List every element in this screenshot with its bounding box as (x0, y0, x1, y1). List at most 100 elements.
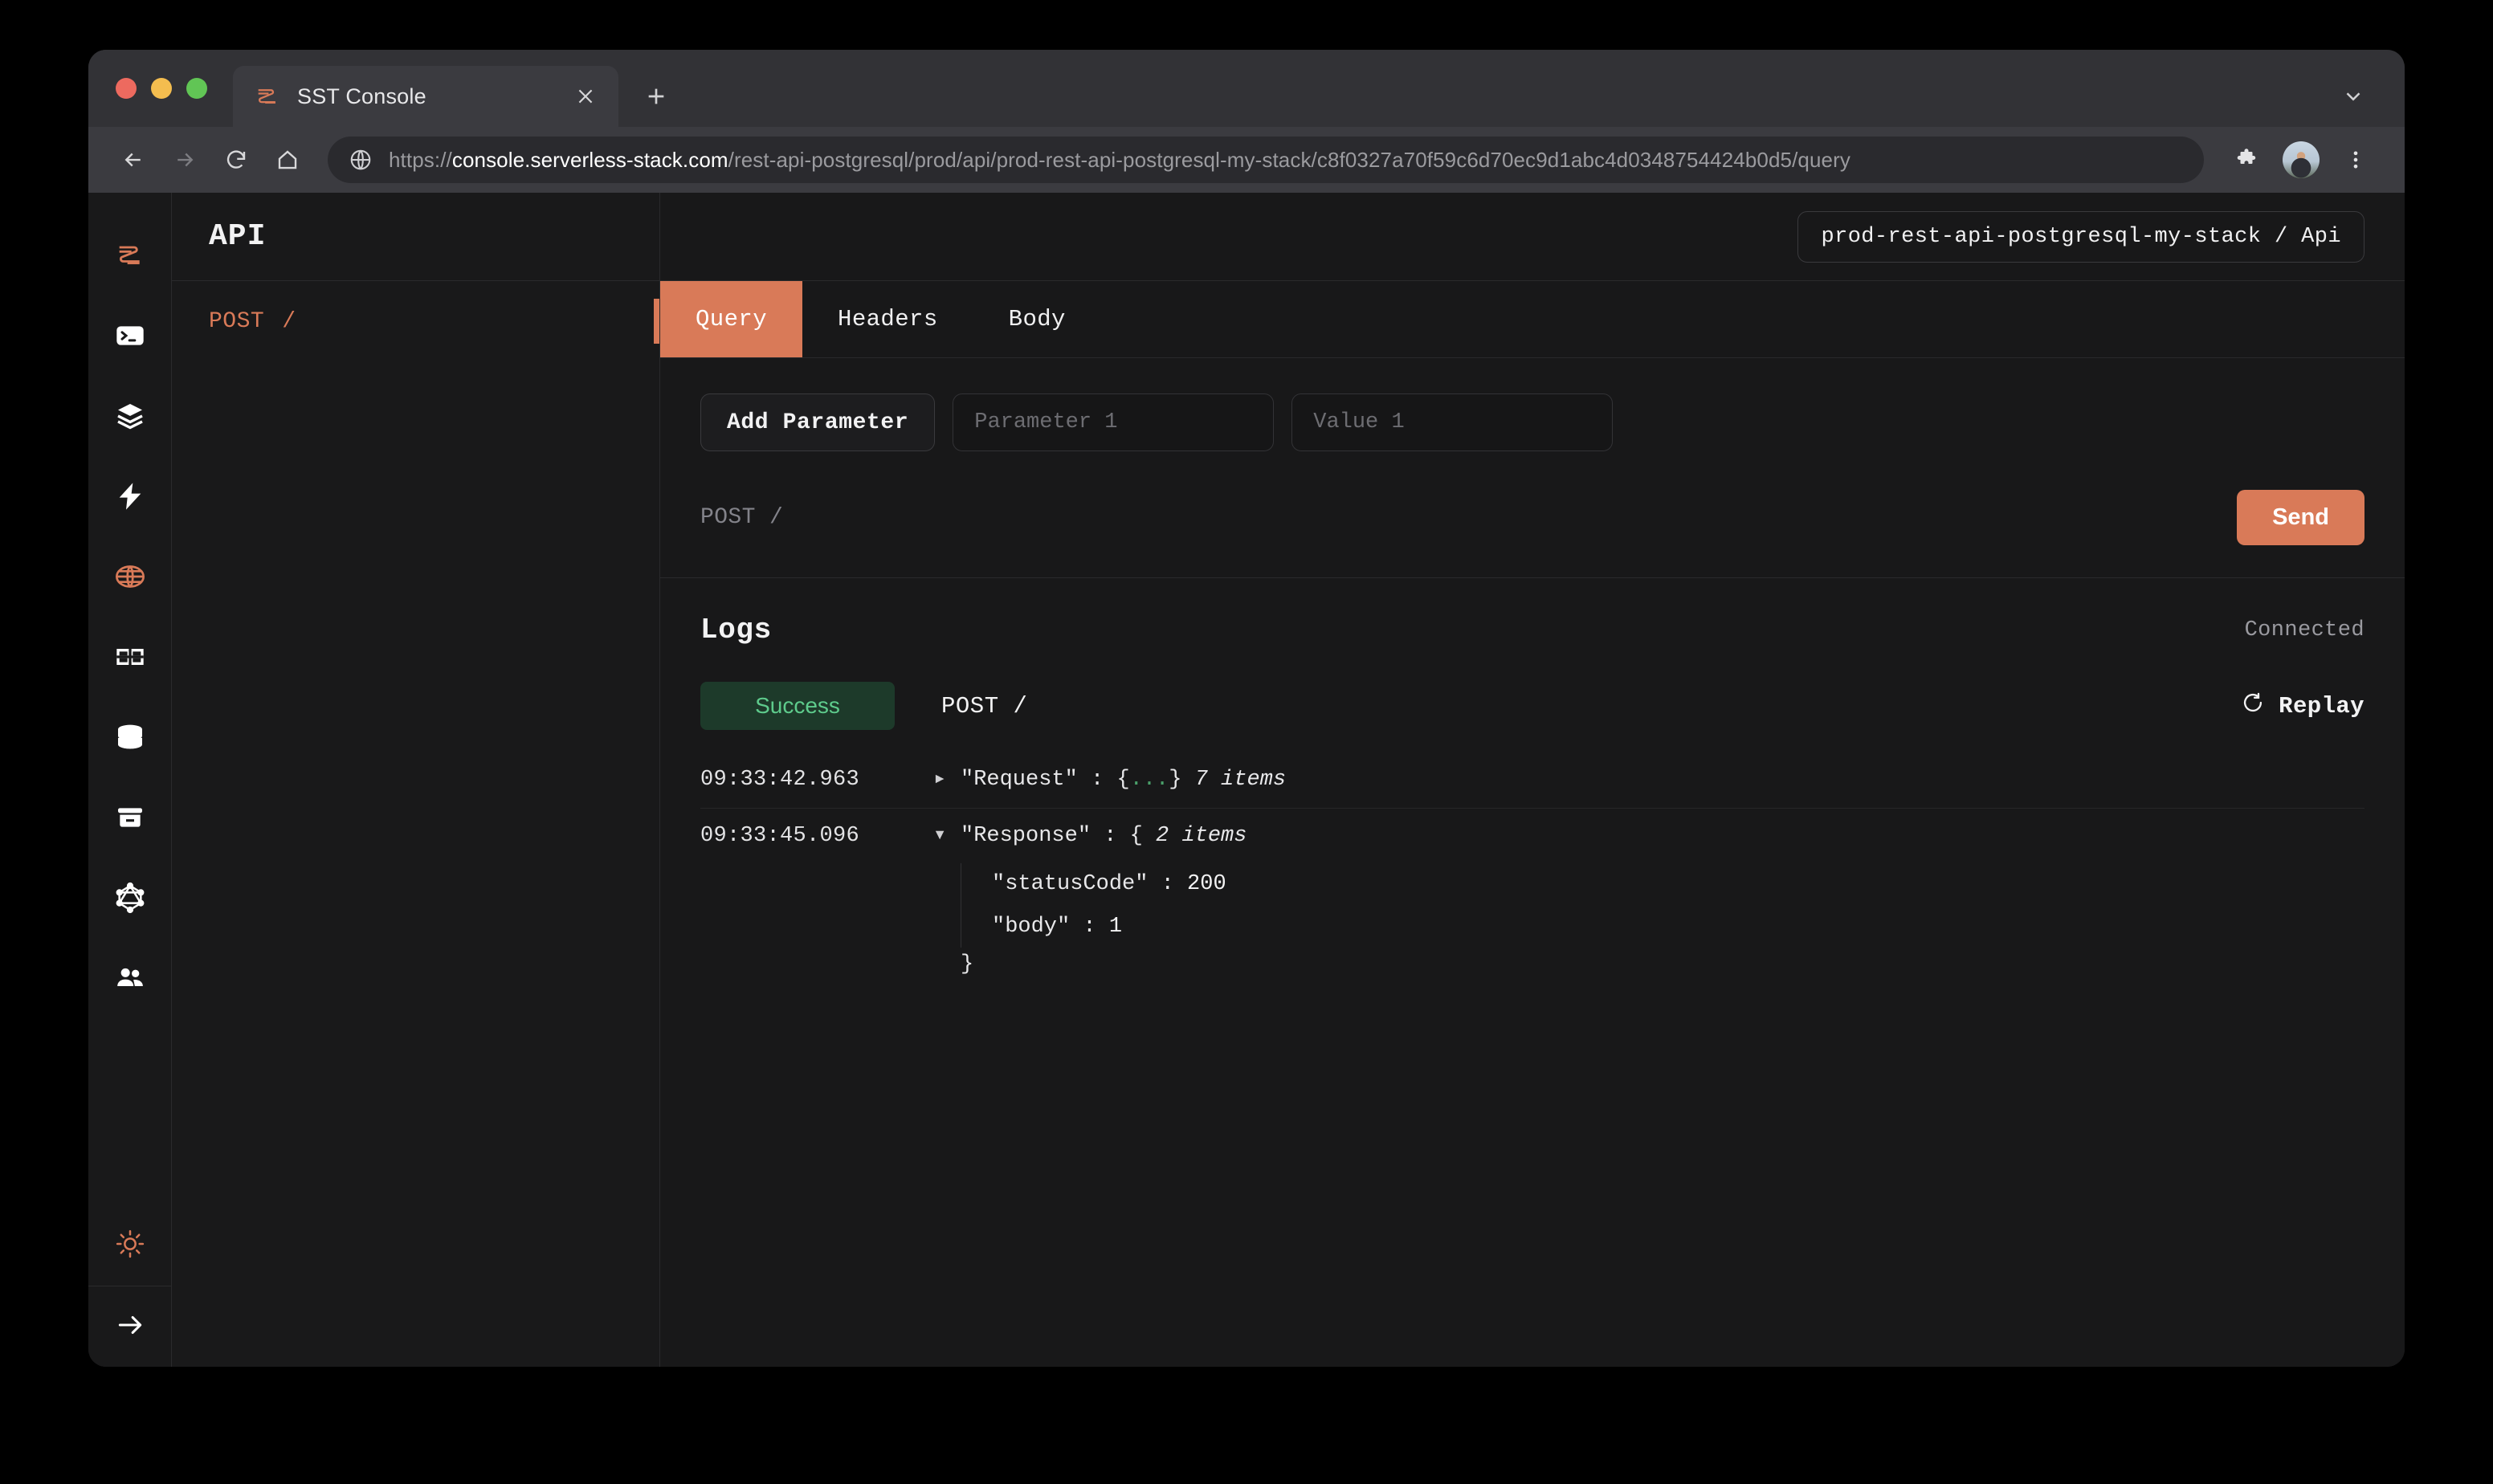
expand-triangle-icon[interactable]: ▸ (933, 764, 961, 797)
sidebar-item-cognito[interactable] (88, 940, 172, 1020)
layers-icon (114, 400, 146, 436)
json-key: "Request" (961, 768, 1078, 792)
sidebar-item-stacks[interactable] (88, 377, 172, 458)
main-content: prod-rest-api-postgresql-my-stack / Api … (660, 193, 2405, 1367)
breadcrumb[interactable]: prod-rest-api-postgresql-my-stack / Api (1797, 210, 2364, 263)
refresh-icon (2242, 691, 2264, 721)
json-open-brace: { (1129, 823, 1143, 848)
main-header: prod-rest-api-postgresql-my-stack / Api (660, 193, 2405, 281)
log-line-response[interactable]: 09:33:45.096 ▾ "Response" : { 2 items (700, 807, 2364, 864)
sidebar-item-graphql[interactable] (88, 859, 172, 940)
page-title: API (209, 219, 267, 254)
expand-sidebar-button[interactable] (88, 1286, 172, 1367)
browser-tabstrip: SST Console (88, 50, 2405, 127)
chevron-down-icon[interactable] (2337, 80, 2369, 112)
send-button[interactable]: Send (2237, 490, 2364, 545)
json-separator: : (1070, 914, 1109, 939)
tab-query[interactable]: Query (660, 281, 803, 357)
log-line-request[interactable]: 09:33:42.963 ▸ "Request" : {...} 7 items (700, 752, 2364, 808)
arrow-right-icon (115, 1310, 145, 1344)
log-json-request: ▸ "Request" : {...} 7 items (933, 764, 2364, 797)
json-value: 200 (1187, 872, 1226, 896)
sidebar-item-buckets[interactable] (88, 779, 172, 859)
reload-icon[interactable] (214, 137, 259, 182)
address-bar[interactable]: https://console.serverless-stack.com/res… (328, 137, 2204, 183)
browser-tab-title: SST Console (297, 84, 426, 108)
sst-logo-icon (114, 239, 146, 275)
log-timestamp: 09:33:42.963 (700, 768, 860, 792)
minimize-window-button[interactable] (151, 78, 172, 99)
json-ellipsis: ... (1129, 768, 1169, 792)
sst-console-app: API POST / prod-rest-api-postgresql-my-s… (88, 193, 2405, 1367)
json-nested-fields: "statusCode" : 200 "body" : 1 (961, 863, 2364, 948)
json-key: "statusCode" (992, 872, 1149, 896)
back-icon[interactable] (111, 137, 156, 182)
tab-body[interactable]: Body (973, 281, 1101, 357)
json-close-brace: } (961, 952, 974, 977)
url-path: /rest-api-postgresql/prod/api/prod-rest-… (728, 147, 1850, 172)
plus-icon[interactable] (633, 73, 679, 120)
routes-panel: API POST / (172, 193, 660, 1367)
json-close-brace: } (1169, 768, 1182, 792)
status-badge: Success (700, 682, 895, 730)
parameter-value-input[interactable] (1291, 393, 1614, 451)
browser-toolbar: https://console.serverless-stack.com/res… (88, 127, 2405, 193)
close-window-button[interactable] (116, 78, 137, 99)
users-icon (114, 962, 146, 998)
puzzle-icon[interactable] (2225, 138, 2268, 181)
logs-header: Logs Connected (700, 614, 2364, 646)
route-method: POST (209, 308, 265, 334)
tab-headers[interactable]: Headers (802, 281, 973, 357)
browser-window: SST Console https://console.serverless-s… (88, 50, 2405, 1367)
sidebar-item-rds[interactable] (88, 699, 172, 779)
json-separator: : (1077, 768, 1117, 792)
url-scheme: https:// (389, 147, 452, 172)
json-field-statusCode: "statusCode" : 200 (992, 863, 2364, 906)
url-host: console.serverless-stack.com (451, 147, 728, 172)
toolbar-actions (2225, 138, 2377, 181)
rail-footer-divider (88, 1286, 172, 1367)
sidebar-item-dynamodb[interactable] (88, 618, 172, 699)
avatar[interactable] (2283, 141, 2320, 178)
browser-tab[interactable]: SST Console (233, 66, 618, 127)
json-separator: : (1148, 872, 1188, 896)
sidebar-item-sst-logo[interactable] (88, 217, 172, 297)
sun-icon (115, 1229, 145, 1263)
sidebar-item-local[interactable] (88, 297, 172, 377)
route-path: / (282, 308, 296, 334)
home-icon[interactable] (265, 137, 310, 182)
log-method-path: POST / (941, 692, 1028, 720)
icon-rail (88, 193, 172, 1367)
terminal-icon (114, 320, 146, 356)
json-open-brace: { (1116, 768, 1130, 792)
request-tabs: Query Headers Body (660, 281, 2405, 358)
sidebar-item-functions[interactable] (88, 458, 172, 538)
parameter-name-input[interactable] (953, 393, 1275, 451)
graphql-icon (114, 882, 146, 918)
route-item-post-root[interactable]: POST / (172, 281, 659, 361)
lightning-icon (114, 480, 146, 516)
json-key: "Response" (961, 823, 1091, 848)
tab-headers-label: Headers (838, 306, 938, 332)
json-key: "body" (992, 914, 1071, 939)
collapse-triangle-icon[interactable]: ▾ (933, 820, 961, 853)
close-icon[interactable] (572, 83, 599, 110)
forward-icon[interactable] (162, 137, 207, 182)
log-entry: Success POST / Replay 09:33:42.963 ▸ "Re… (700, 682, 2364, 976)
more-vertical-icon[interactable] (2334, 138, 2377, 181)
json-field-body: "body" : 1 (992, 906, 2364, 948)
maximize-window-button[interactable] (186, 78, 207, 99)
replay-button[interactable]: Replay (2242, 691, 2364, 721)
theme-toggle-button[interactable] (88, 1205, 172, 1286)
sidebar-item-api[interactable] (88, 538, 172, 618)
sst-logo-icon (254, 83, 281, 110)
query-pane: Add Parameter POST / Send (660, 358, 2405, 578)
log-entry-header: Success POST / Replay (700, 682, 2364, 730)
add-parameter-button[interactable]: Add Parameter (700, 393, 936, 451)
log-json-response: ▾ "Response" : { 2 items (933, 820, 2364, 853)
json-item-count: 2 items (1156, 823, 1247, 848)
tab-query-label: Query (696, 306, 768, 332)
send-row: POST / Send (700, 490, 2364, 545)
database-icon (114, 721, 146, 757)
connection-status: Connected (2244, 618, 2364, 642)
